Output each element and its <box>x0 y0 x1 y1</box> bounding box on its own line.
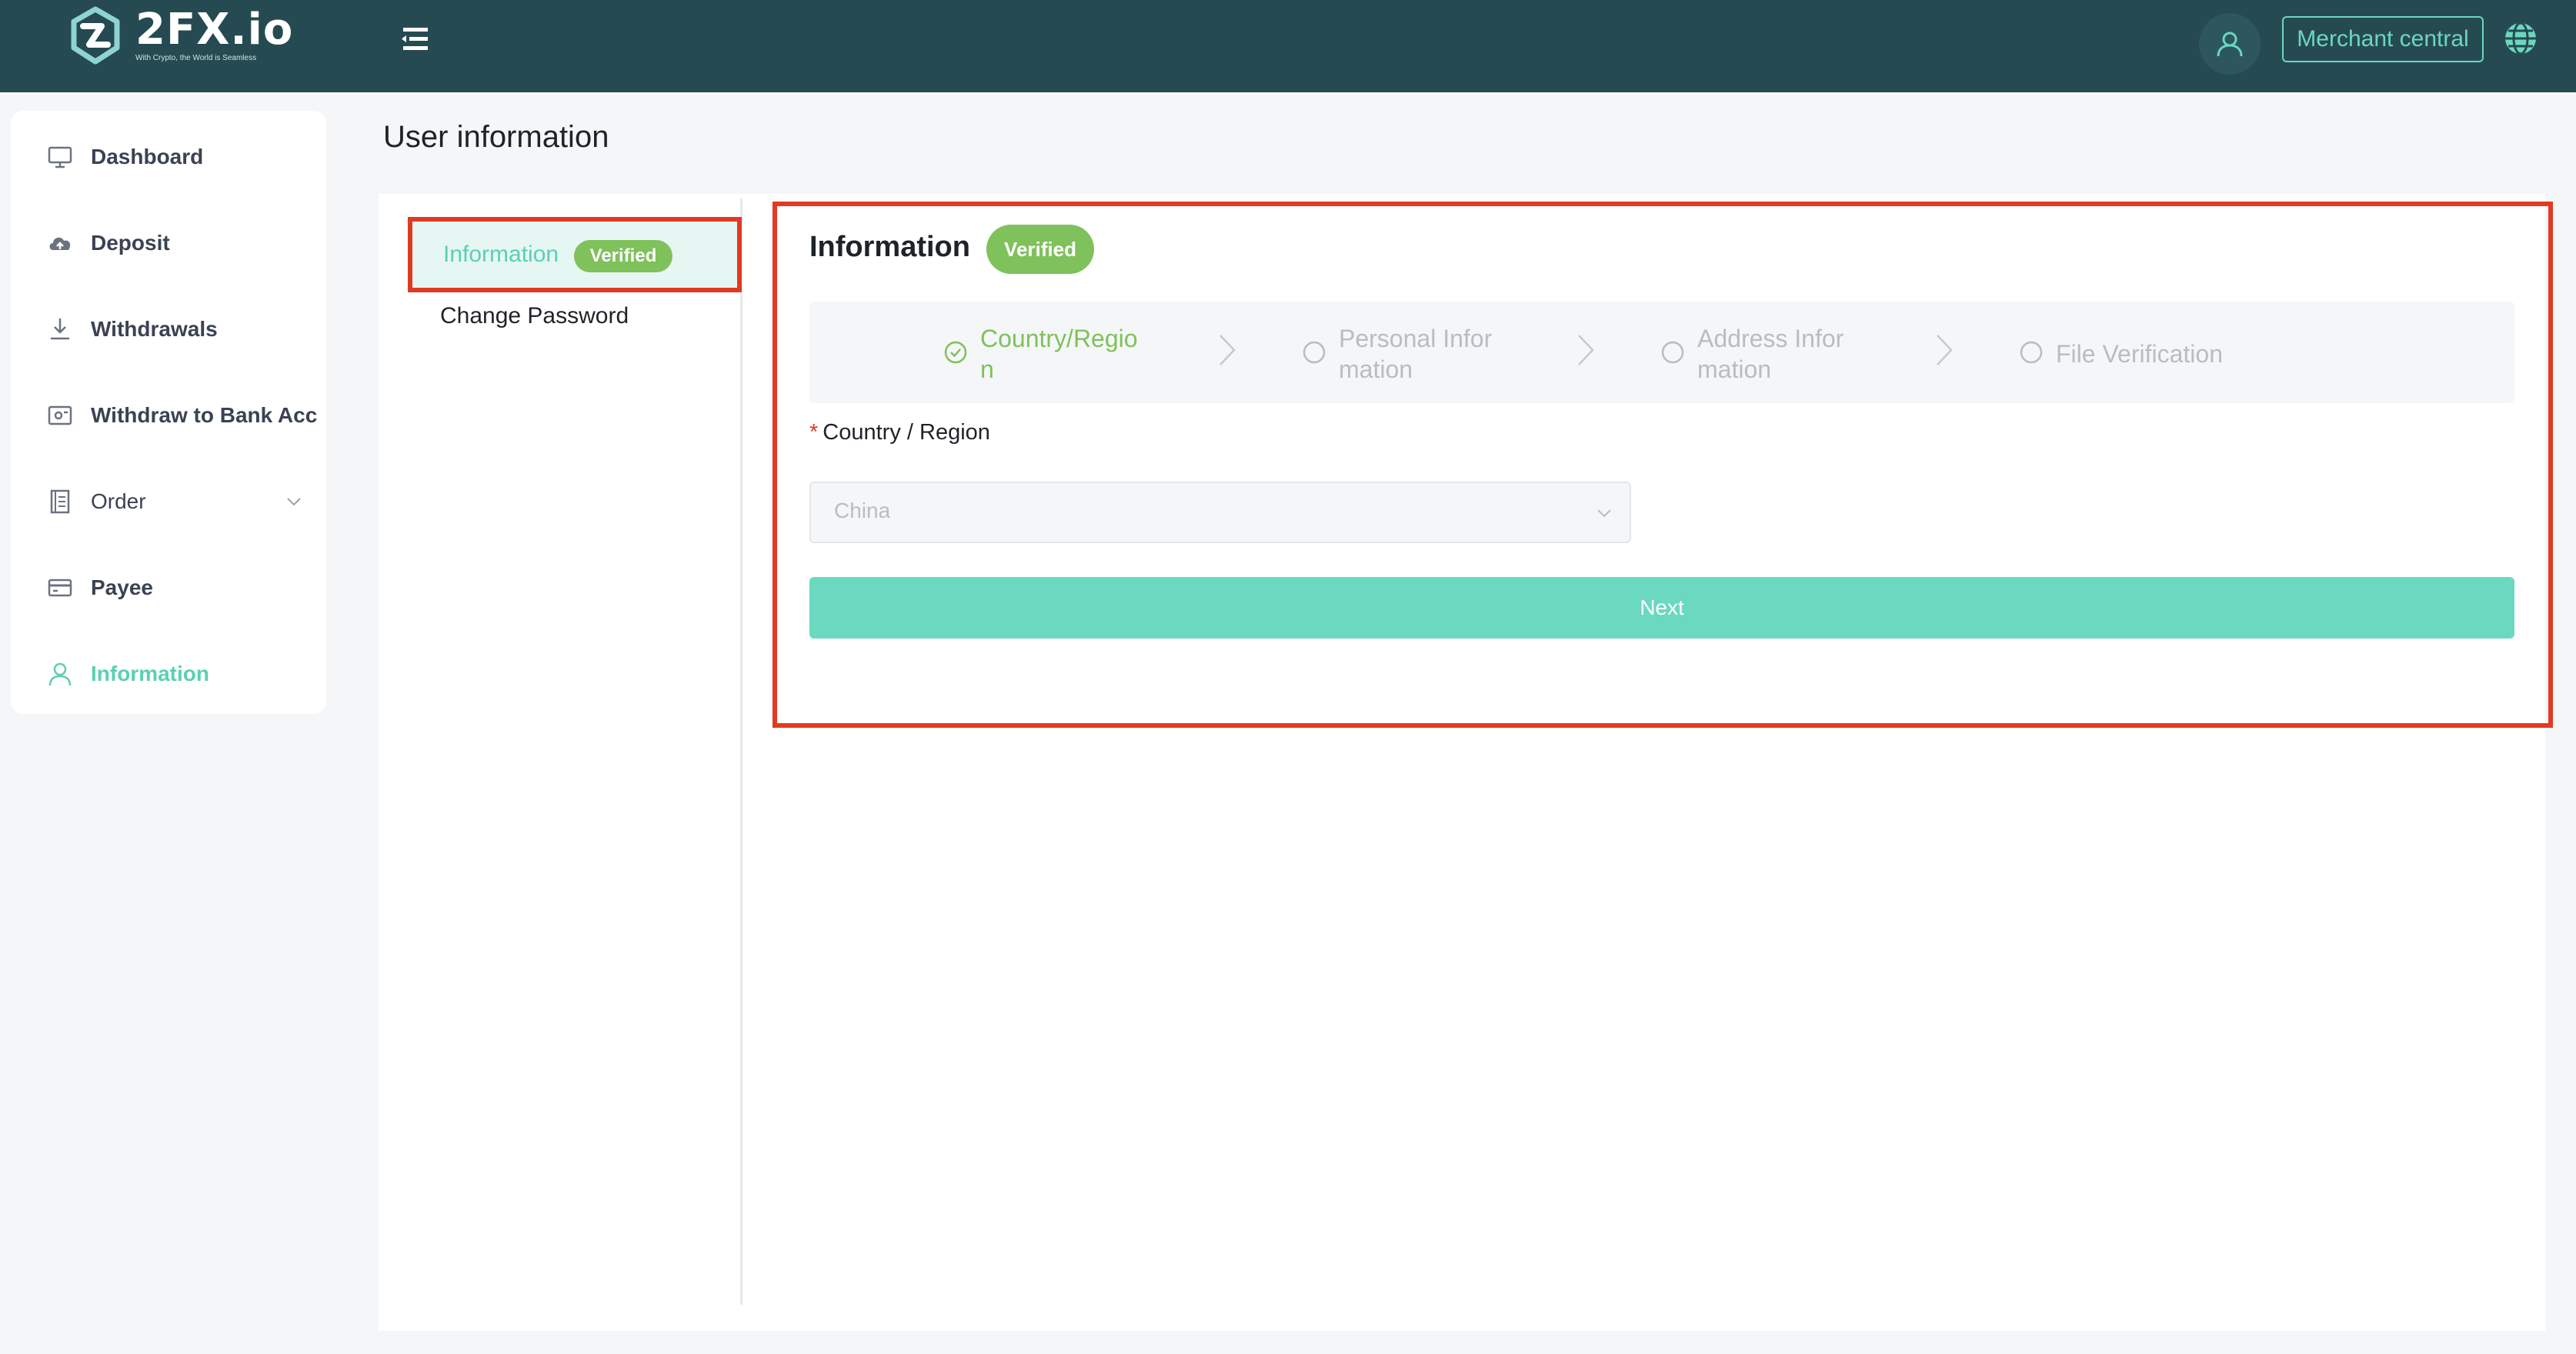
hamburger-icon[interactable] <box>399 25 432 54</box>
globe-icon[interactable] <box>2502 20 2539 57</box>
tab-change-password[interactable]: Change Password <box>440 303 629 329</box>
tab-information-label: Information <box>443 242 559 267</box>
step-label: Address Infor mation <box>1697 325 1844 383</box>
sidebar-item-label: Deposit <box>91 231 170 255</box>
page-title: User information <box>383 120 609 154</box>
steps-bar: Country/Regio n Personal Infor mation Addr… <box>809 302 2514 403</box>
sidebar-item-label: Order <box>91 489 146 513</box>
sidebar-item-label: Withdraw to Bank Acc <box>91 403 318 427</box>
select-value: China <box>834 499 891 522</box>
cloud-upload-icon <box>49 237 71 250</box>
country-region-label: * Country / Region <box>809 420 990 445</box>
panel-divider <box>740 198 742 1305</box>
credit-card-icon <box>48 579 72 597</box>
user-icon <box>48 662 72 686</box>
form-title: Information <box>809 231 970 263</box>
step-label: Country/Regio n <box>980 325 1138 383</box>
sidebar-item-order[interactable]: Order <box>11 471 326 532</box>
chevron-down-icon <box>1597 509 1611 518</box>
tab-information[interactable]: Information Verified <box>408 217 742 292</box>
logo-mark-icon <box>71 6 120 65</box>
sidebar: Dashboard Deposit Withdrawals Withdraw t… <box>11 111 326 714</box>
status-badge: Verified <box>574 240 672 272</box>
user-button[interactable] <box>2199 13 2261 75</box>
document-icon <box>50 489 70 514</box>
check-circle-icon <box>944 341 967 364</box>
form-status-badge: Verified <box>986 225 1094 274</box>
sidebar-item-label: Withdrawals <box>91 317 218 341</box>
chevron-right-icon <box>1578 335 1594 365</box>
sidebar-item-dashboard[interactable]: Dashboard <box>11 126 326 188</box>
top-bar: 2FX.io With Crypto, the World is Seamles… <box>0 0 2576 92</box>
logo-text: 2FX.io <box>135 5 294 55</box>
download-icon <box>51 318 69 340</box>
sidebar-item-label: Dashboard <box>91 145 204 168</box>
sidebar-item-deposit[interactable]: Deposit <box>11 212 326 274</box>
user-icon <box>2217 32 2243 57</box>
logo[interactable]: 2FX.io With Crypto, the World is Seamles… <box>66 6 293 65</box>
sidebar-item-withdraw-to-bank[interactable]: Withdraw to Bank Acc <box>11 385 326 446</box>
step-label: File Verification <box>2056 340 2223 368</box>
logo-tagline: With Crypto, the World is Seamless <box>135 54 257 62</box>
circle-icon <box>1661 341 1684 364</box>
sidebar-item-payee[interactable]: Payee <box>11 557 326 619</box>
sidebar-item-withdrawals[interactable]: Withdrawals <box>11 298 326 360</box>
country-region-select[interactable]: China <box>809 482 1631 543</box>
sidebar-item-label: Payee <box>91 575 153 599</box>
step-label: Personal Infor mation <box>1339 325 1493 383</box>
required-mark: * <box>809 420 819 445</box>
next-button[interactable]: Next <box>809 577 2514 639</box>
sidebar-item-label: Information <box>91 662 209 685</box>
sidebar-item-information[interactable]: Information <box>11 643 326 705</box>
monitor-icon <box>48 146 72 168</box>
circle-icon <box>1303 341 1326 364</box>
chevron-right-icon <box>1220 335 1236 365</box>
merchant-central-button[interactable]: Merchant central <box>2282 16 2484 62</box>
highlight-box <box>772 202 2553 728</box>
chevron-down-icon <box>287 498 301 506</box>
chevron-right-icon <box>1937 335 1953 365</box>
circle-icon <box>2020 341 2043 364</box>
bank-card-icon <box>48 405 72 425</box>
